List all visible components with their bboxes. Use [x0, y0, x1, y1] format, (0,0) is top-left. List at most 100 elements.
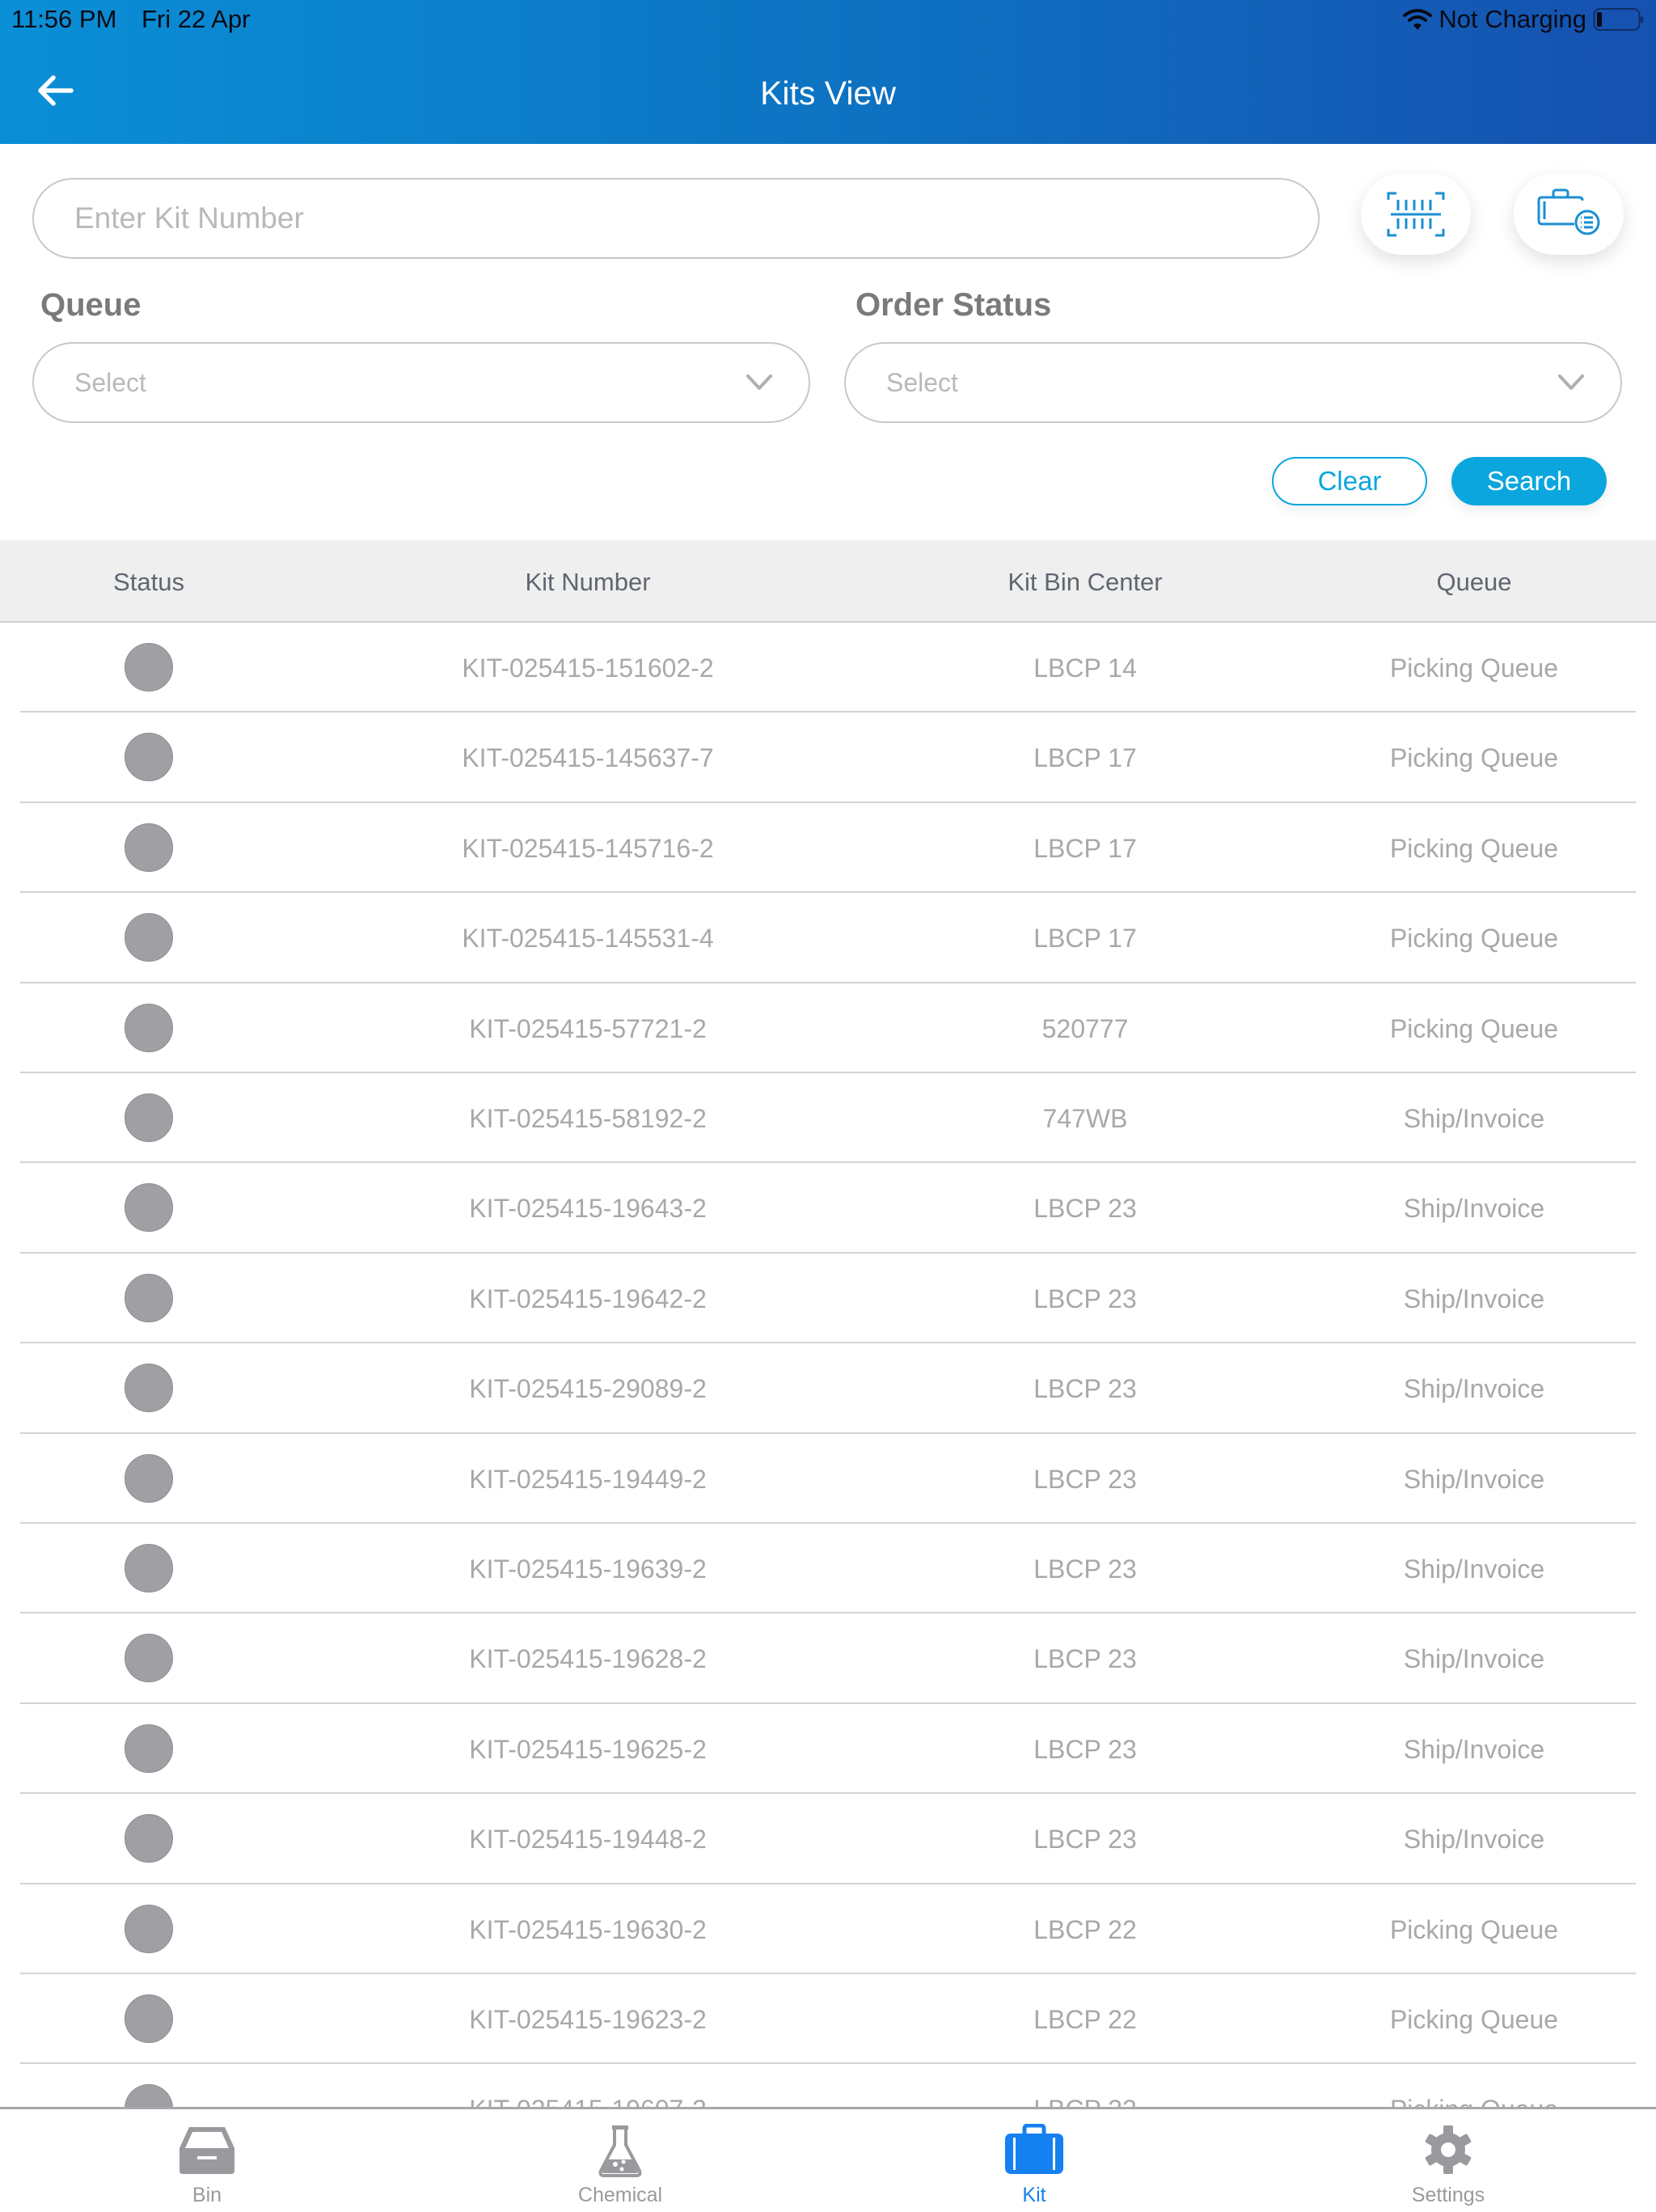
kit-number-cell: KIT-025415-151602-2 — [462, 653, 714, 683]
tab-kit[interactable]: Kit — [913, 2109, 1155, 2212]
kit-list-button[interactable] — [1514, 174, 1624, 255]
kit-number-cell: KIT-025415-19448-2 — [469, 1825, 707, 1855]
kit-number-cell: KIT-025415-19623-2 — [469, 2005, 707, 2034]
table-row[interactable]: KIT-025415-19625-2 LBCP 23 Ship/Invoice — [0, 1704, 1656, 1795]
kits-table[interactable]: KIT-025415-151602-2 LBCP 14 Picking Queue K… — [0, 623, 1656, 2107]
status-indicator-icon — [125, 1723, 173, 1773]
kit-number-cell: KIT-025415-58192-2 — [469, 1104, 707, 1133]
status-indicator-icon — [125, 1183, 173, 1233]
search-button[interactable]: Search — [1451, 457, 1607, 505]
kit-bin-center-cell: LBCP 23 — [1033, 1374, 1137, 1404]
table-row[interactable]: KIT-025415-29089-2 LBCP 23 Ship/Invoice — [0, 1343, 1656, 1434]
status-indicator-icon — [125, 1273, 173, 1322]
table-row[interactable]: KIT-025415-145531-4 LBCP 17 Picking Queue — [0, 893, 1656, 983]
kit-bin-center-cell: LBCP 23 — [1033, 1825, 1137, 1855]
order-status-select-value: Select — [886, 368, 958, 397]
table-row[interactable]: KIT-025415-57721-2 520777 Picking Queue — [0, 983, 1656, 1073]
queue-cell: Picking Queue — [1389, 2005, 1559, 2034]
kit-number-input[interactable] — [32, 178, 1320, 259]
queue-cell: Picking Queue — [1389, 653, 1559, 683]
kit-bin-center-cell: LBCP 23 — [1033, 1194, 1137, 1224]
kit-number-cell: KIT-025415-19643-2 — [469, 1194, 707, 1224]
clear-button[interactable]: Clear — [1272, 457, 1427, 505]
table-header: Status Kit Number Kit Bin Center Queue — [0, 540, 1656, 623]
status-indicator-icon — [125, 643, 173, 692]
tray-icon — [180, 2127, 234, 2174]
kit-bin-center-cell: LBCP 23 — [1033, 1734, 1137, 1764]
kit-bin-center-cell: 747WB — [1042, 1104, 1128, 1133]
chevron-down-icon — [746, 374, 772, 390]
tab-chemical[interactable]: Chemical — [499, 2109, 741, 2212]
kit-number-cell: KIT-025415-145716-2 — [462, 833, 714, 863]
battery-icon — [1593, 8, 1643, 31]
table-row[interactable]: KIT-025415-19642-2 LBCP 23 Ship/Invoice — [0, 1254, 1656, 1344]
kit-number-cell: KIT-025415-19607-2 — [469, 2095, 707, 2107]
kit-bin-center-cell: LBCP 22 — [1033, 2005, 1137, 2034]
column-header-kit-number[interactable]: Kit Number — [525, 568, 650, 597]
queue-cell: Ship/Invoice — [1403, 1464, 1545, 1494]
column-header-kit-bin-center[interactable]: Kit Bin Center — [1008, 568, 1162, 597]
queue-cell: Picking Queue — [1389, 1914, 1559, 1944]
kit-bin-center-cell: LBCP 17 — [1033, 833, 1137, 863]
table-row[interactable]: KIT-025415-19639-2 LBCP 23 Ship/Invoice — [0, 1524, 1656, 1614]
kit-bin-center-cell: LBCP 23 — [1033, 1554, 1137, 1584]
briefcase-icon — [1005, 2124, 1063, 2174]
table-row[interactable]: KIT-025415-19630-2 LBCP 22 Picking Queue — [0, 1884, 1656, 1974]
table-row[interactable]: KIT-025415-19448-2 LBCP 23 Ship/Invoice — [0, 1794, 1656, 1884]
kit-bin-center-cell: LBCP 22 — [1033, 1914, 1137, 1944]
column-header-status[interactable]: Status — [113, 568, 184, 597]
kit-bin-center-cell: LBCP 14 — [1033, 653, 1137, 683]
kit-bin-center-cell: LBCP 23 — [1033, 1464, 1137, 1494]
table-row[interactable]: KIT-025415-19643-2 LBCP 23 Ship/Invoice — [0, 1163, 1656, 1254]
kit-number-cell: KIT-025415-145637-7 — [462, 743, 714, 773]
order-status-select[interactable]: Select — [844, 342, 1622, 423]
bottom-tab-bar: Bin Chemical Kit Settings — [0, 2107, 1656, 2210]
queue-cell: Picking Queue — [1389, 743, 1559, 773]
status-indicator-icon — [125, 823, 173, 872]
status-bar: 11:56 PM Fri 22 Apr Not Charging — [0, 0, 1656, 40]
queue-label: Queue — [40, 287, 142, 323]
table-row[interactable]: KIT-025415-145637-7 LBCP 17 Picking Queue — [0, 713, 1656, 803]
top-app-bar: 11:56 PM Fri 22 Apr Not Charging Kits Vi… — [0, 0, 1656, 144]
kit-number-cell: KIT-025415-19639-2 — [469, 1554, 707, 1584]
status-indicator-icon — [125, 1544, 173, 1592]
column-header-queue[interactable]: Queue — [1436, 568, 1511, 597]
status-indicator-icon — [125, 913, 173, 962]
queue-cell: Picking Queue — [1389, 833, 1559, 863]
status-indicators: Not Charging — [1403, 5, 1645, 34]
status-indicator-icon — [125, 1364, 173, 1413]
tab-bin[interactable]: Bin — [86, 2109, 328, 2212]
chevron-down-icon — [1558, 374, 1584, 390]
tab-bin-label: Bin — [192, 2184, 222, 2206]
briefcase-list-icon — [1537, 188, 1600, 235]
queue-select-value: Select — [74, 368, 146, 397]
table-row[interactable]: KIT-025415-19607-2 LBCP 22 Picking Queue — [0, 2064, 1656, 2107]
status-date: Fri 22 Apr — [142, 5, 251, 33]
kit-bin-center-cell: LBCP 23 — [1033, 1284, 1137, 1313]
flask-icon — [598, 2125, 642, 2177]
page-title: Kits View — [760, 74, 896, 112]
tab-kit-label: Kit — [1022, 2184, 1046, 2206]
table-row[interactable]: KIT-025415-58192-2 747WB Ship/Invoice — [0, 1073, 1656, 1164]
barcode-scan-icon — [1387, 192, 1445, 237]
status-indicator-icon — [125, 1904, 173, 1953]
queue-cell: Picking Queue — [1390, 2095, 1558, 2107]
kit-bin-center-cell: LBCP 17 — [1033, 924, 1137, 954]
status-indicator-icon — [125, 1453, 173, 1503]
tab-settings[interactable]: Settings — [1327, 2109, 1569, 2212]
table-row[interactable]: KIT-025415-145716-2 LBCP 17 Picking Queue — [0, 803, 1656, 894]
table-row[interactable]: KIT-025415-19628-2 LBCP 23 Ship/Invoice — [0, 1614, 1656, 1704]
battery-status-text: Not Charging — [1438, 5, 1586, 33]
table-row[interactable]: KIT-025415-19623-2 LBCP 22 Picking Queue — [0, 1974, 1656, 2065]
status-indicator-icon — [125, 1003, 173, 1052]
status-indicator-icon — [125, 1093, 173, 1142]
tab-chemical-label: Chemical — [577, 2184, 663, 2206]
table-row[interactable]: KIT-025415-19449-2 LBCP 23 Ship/Invoice — [0, 1434, 1656, 1524]
table-row[interactable]: KIT-025415-151602-2 LBCP 14 Picking Queue — [0, 623, 1656, 713]
gear-icon — [1425, 2125, 1472, 2174]
status-indicator-icon — [125, 1994, 173, 2043]
queue-cell: Picking Queue — [1389, 1013, 1559, 1043]
queue-cell: Ship/Invoice — [1403, 1284, 1545, 1313]
scan-barcode-button[interactable] — [1361, 174, 1471, 255]
queue-select[interactable]: Select — [32, 342, 810, 423]
